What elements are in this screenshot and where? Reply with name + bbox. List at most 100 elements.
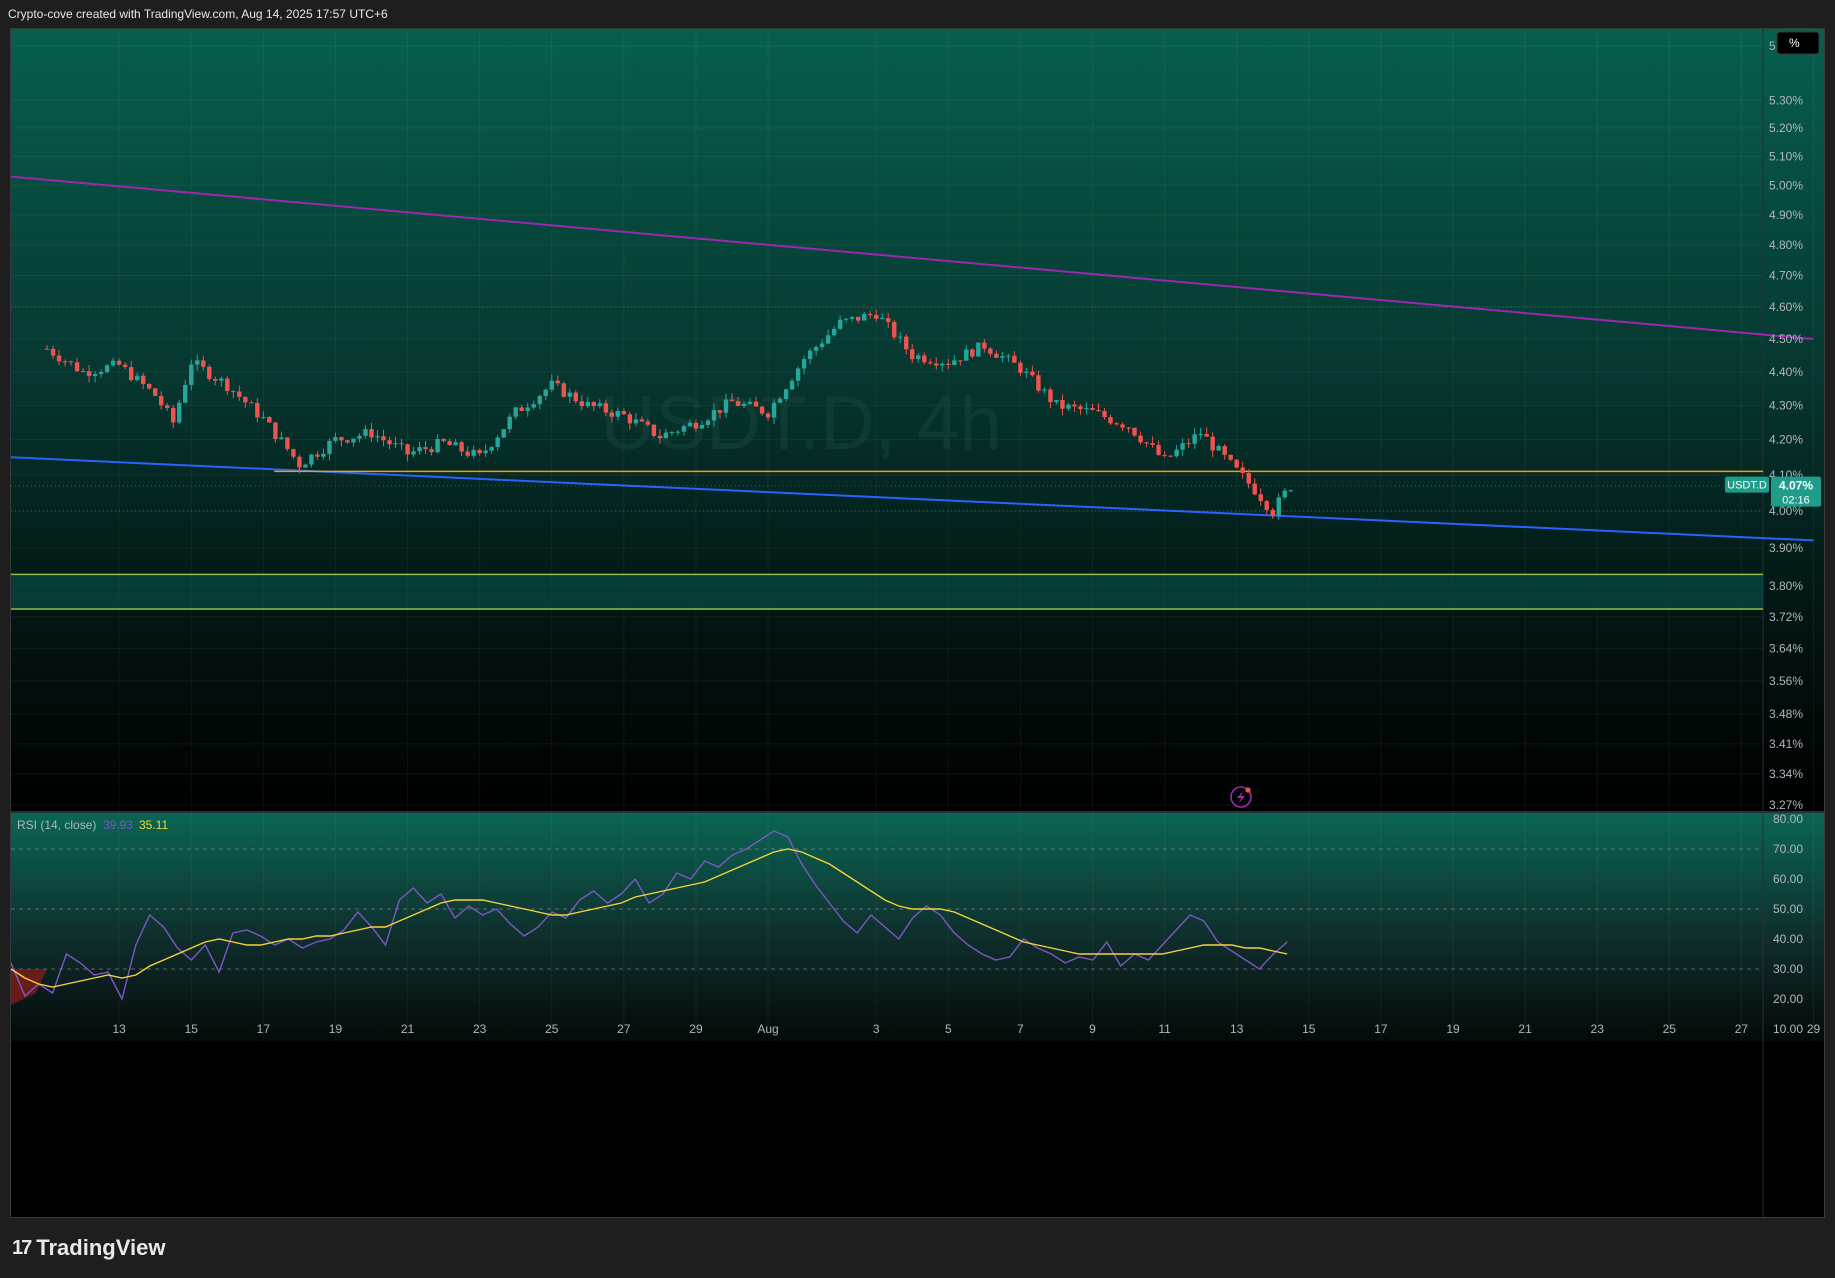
candle-body	[1036, 375, 1041, 391]
candle-body	[501, 429, 506, 438]
candle-body	[225, 378, 230, 391]
candle-body	[1084, 408, 1089, 410]
candle-body	[405, 444, 410, 455]
chart-canvas[interactable]: USDT.D, 4h 5.50%5.30%5.20%5.10%5.00%4.90…	[11, 29, 1824, 1217]
candle-body	[639, 419, 645, 422]
tradingview-logo[interactable]: 17 TradingView	[12, 1234, 165, 1262]
candle-body	[86, 371, 92, 376]
rsi-tick-label: 50.00	[1773, 902, 1803, 916]
candle-body	[591, 401, 597, 407]
candle-body	[339, 437, 344, 441]
candle-body	[579, 401, 584, 407]
candle-body	[958, 360, 963, 362]
price-tick-label: 4.80%	[1769, 238, 1803, 252]
candle-body	[537, 395, 542, 405]
candle-body	[231, 390, 236, 392]
candle-body	[1162, 454, 1167, 456]
candle-body	[771, 402, 777, 418]
candle-body	[549, 380, 554, 390]
candle-body	[309, 454, 314, 465]
candle-body	[1150, 443, 1155, 445]
chart-caption: Crypto-cove created with TradingView.com…	[8, 7, 388, 21]
candle-body	[964, 349, 969, 361]
candle-body	[435, 438, 440, 453]
candle-body	[1066, 404, 1071, 409]
candle-body	[177, 402, 182, 423]
candle-body	[201, 360, 206, 367]
candle-body	[171, 407, 176, 423]
candle-body	[910, 349, 915, 360]
candle-body	[777, 398, 783, 403]
percent-scale-button[interactable]: %	[1776, 31, 1820, 55]
candle-body	[1114, 423, 1119, 425]
time-tick-label: 19	[329, 1022, 343, 1036]
candle-body	[285, 437, 290, 450]
candle-body	[831, 328, 837, 336]
candle-body	[393, 443, 398, 445]
price-tick-label: 3.64%	[1769, 642, 1803, 656]
candle-body	[1204, 434, 1209, 437]
candle-body	[867, 314, 873, 316]
candle-body	[489, 447, 494, 451]
candle-body	[573, 392, 578, 402]
candle-body	[345, 440, 350, 443]
candle-body	[1282, 490, 1287, 498]
candle-body	[98, 372, 104, 375]
candle-body	[495, 437, 500, 448]
candle-body	[801, 359, 807, 369]
price-tag-value: 4.07%	[1779, 479, 1813, 493]
candle-body	[44, 348, 50, 350]
candle-body	[411, 451, 416, 455]
symbol-watermark: USDT.D, 4h	[600, 381, 1001, 466]
candle-body	[243, 396, 248, 403]
candle-body	[843, 318, 849, 320]
price-tick-label: 3.48%	[1769, 707, 1803, 721]
candle-body	[1030, 371, 1035, 376]
time-tick-label: 29	[1807, 1022, 1821, 1036]
candle-body	[783, 389, 789, 399]
candle-body	[837, 319, 843, 329]
candle-body	[375, 436, 380, 438]
time-tick-label: 27	[617, 1022, 631, 1036]
candle-body	[56, 355, 62, 362]
candle-body	[663, 432, 669, 439]
time-tick-label: 23	[1591, 1022, 1605, 1036]
time-tick-label: 5	[945, 1022, 952, 1036]
candle-body	[315, 454, 320, 457]
candle-body	[747, 401, 753, 404]
candle-body	[399, 443, 404, 445]
tradingview-wordmark: TradingView	[36, 1235, 166, 1260]
candle-body	[711, 410, 717, 421]
candle-body	[1216, 446, 1221, 451]
candle-body	[189, 364, 194, 385]
rsi-tick-label: 30.00	[1773, 962, 1803, 976]
candle-body	[153, 388, 158, 396]
candle-body	[855, 316, 861, 321]
tradingview-mark-icon: 17	[12, 1236, 32, 1259]
candle-body	[195, 360, 200, 365]
candle-body	[429, 449, 434, 453]
time-tick-label: 27	[1735, 1022, 1749, 1036]
candle-body	[525, 407, 530, 411]
candle-body	[134, 375, 140, 381]
time-tick-label: 23	[473, 1022, 487, 1036]
candle-body	[1210, 436, 1215, 451]
candle-body	[237, 391, 242, 397]
candle-body	[789, 380, 795, 390]
chart-frame[interactable]: USDT.D, 4h 5.50%5.30%5.20%5.10%5.00%4.90…	[10, 28, 1825, 1218]
rsi-legend[interactable]: RSI (14, close) 39.93 35.11	[17, 818, 168, 832]
price-tick-label: 3.34%	[1769, 767, 1803, 781]
price-tick-label: 5.20%	[1769, 121, 1803, 135]
support-zone[interactable]	[11, 573, 1763, 610]
candle-body	[183, 384, 188, 403]
candle-body	[976, 342, 981, 357]
candle-body	[1060, 400, 1065, 409]
candle-body	[1144, 442, 1149, 444]
candle-body	[104, 365, 110, 373]
candle-body	[621, 411, 627, 415]
time-tick-label: 3	[873, 1022, 880, 1036]
candle-body	[1096, 409, 1101, 412]
candle-body	[561, 383, 566, 397]
candle-body	[441, 438, 446, 442]
time-tick-label: 19	[1446, 1022, 1460, 1036]
